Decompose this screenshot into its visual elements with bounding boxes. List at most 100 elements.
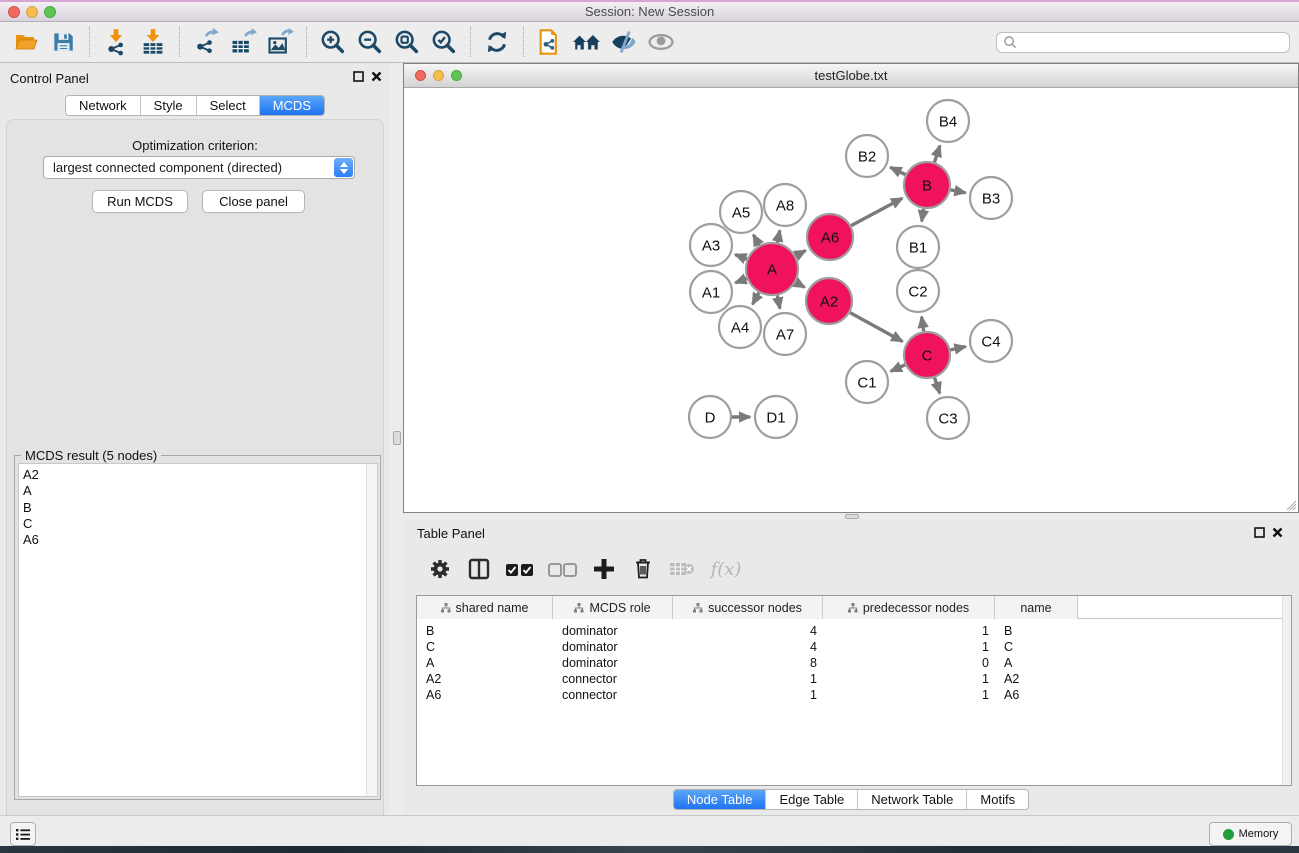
graph-node-A6[interactable]: A6 <box>807 214 853 260</box>
graph-edge-B-B4[interactable] <box>934 146 939 162</box>
window-resize-grip[interactable] <box>1283 497 1296 510</box>
show-graphics-details-icon[interactable] <box>644 27 678 58</box>
table-cell[interactable]: 4 <box>673 623 823 639</box>
float-table-panel-icon[interactable] <box>1254 527 1265 538</box>
close-window-button[interactable] <box>8 6 20 18</box>
tab-network-table[interactable]: Network Table <box>857 790 966 809</box>
export-table-icon[interactable] <box>226 27 260 58</box>
graph-edge-A-A4[interactable] <box>753 293 759 305</box>
hide-graphics-details-icon[interactable] <box>607 27 641 58</box>
mcds-result-item[interactable]: C <box>19 516 377 532</box>
graph-edge-A-A2[interactable] <box>796 282 805 287</box>
float-panel-icon[interactable] <box>353 71 364 82</box>
graph-edge-C-C2[interactable] <box>922 317 924 331</box>
close-panel-icon[interactable] <box>371 71 382 82</box>
deselect-all-checkboxes-icon[interactable] <box>546 554 580 584</box>
table-cell[interactable]: C <box>995 639 1078 655</box>
tab-network[interactable]: Network <box>66 96 140 115</box>
close-table-panel-icon[interactable] <box>1272 527 1283 538</box>
table-cell[interactable]: 1 <box>823 671 995 687</box>
table-cell[interactable]: A6 <box>417 687 553 703</box>
graph-edge-C-C3[interactable] <box>935 378 940 394</box>
graph-edge-A2-C[interactable] <box>850 313 902 342</box>
network-canvas[interactable]: B4B2BB3A5A8A6A3B1AA1C2A2A4A7C4CC1C3DD1 <box>404 88 1298 512</box>
table-cell[interactable]: A <box>995 655 1078 671</box>
network-zoom-button[interactable] <box>451 70 462 81</box>
table-cell[interactable]: 0 <box>823 655 995 671</box>
graph-node-A4[interactable]: A4 <box>719 306 761 348</box>
table-row[interactable]: A2connector11A2 <box>417 671 1291 687</box>
zoom-window-button[interactable] <box>44 6 56 18</box>
clone-network-icon[interactable] <box>533 27 567 58</box>
table-cell[interactable]: dominator <box>553 655 673 671</box>
home-icon[interactable] <box>570 27 604 58</box>
export-network-icon[interactable] <box>189 27 223 58</box>
table-cell[interactable]: B <box>995 623 1078 639</box>
memory-button[interactable]: Memory <box>1209 822 1292 846</box>
mcds-result-item[interactable]: A <box>19 483 377 499</box>
tab-edge-table[interactable]: Edge Table <box>765 790 857 809</box>
search-input[interactable] <box>996 32 1290 53</box>
table-row[interactable]: Bdominator41B <box>417 623 1291 639</box>
optimization-criterion-select[interactable]: largest connected component (directed) <box>43 156 355 179</box>
graph-node-A5[interactable]: A5 <box>720 191 762 233</box>
column-header-predecessor-nodes[interactable]: predecessor nodes <box>823 596 995 619</box>
graph-node-C[interactable]: C <box>904 332 950 378</box>
table-cell[interactable]: dominator <box>553 639 673 655</box>
mcds-result-item[interactable]: A2 <box>19 467 377 483</box>
table-cell[interactable]: C <box>417 639 553 655</box>
graph-edge-C-C4[interactable] <box>950 347 965 350</box>
tab-select[interactable]: Select <box>196 96 259 115</box>
table-cell[interactable]: connector <box>553 687 673 703</box>
graph-edge-B-B1[interactable] <box>922 209 924 222</box>
graph-node-C1[interactable]: C1 <box>846 361 888 403</box>
graph-node-B3[interactable]: B3 <box>970 177 1012 219</box>
column-header-successor-nodes[interactable]: successor nodes <box>673 596 823 619</box>
refresh-layout-icon[interactable] <box>480 27 514 58</box>
graph-node-A8[interactable]: A8 <box>764 184 806 226</box>
function-builder-fx-icon[interactable]: f(x) <box>706 554 746 584</box>
table-cell[interactable]: 1 <box>673 671 823 687</box>
graph-node-B2[interactable]: B2 <box>846 135 888 177</box>
task-history-button[interactable] <box>10 822 36 846</box>
graph-node-C3[interactable]: C3 <box>927 397 969 439</box>
table-cell[interactable]: A6 <box>995 687 1078 703</box>
table-cell[interactable]: 1 <box>823 639 995 655</box>
tab-motifs[interactable]: Motifs <box>966 790 1028 809</box>
graph-edge-A-A8[interactable] <box>777 230 779 242</box>
graph-edge-A6-B[interactable] <box>851 198 902 225</box>
graph-edge-B-B2[interactable] <box>890 167 905 174</box>
mcds-result-item[interactable]: B <box>19 500 377 516</box>
graph-node-A1[interactable]: A1 <box>690 271 732 313</box>
table-cell[interactable]: 1 <box>673 687 823 703</box>
mcds-list-scrollbar[interactable] <box>366 464 377 796</box>
column-header-shared-name[interactable]: shared name <box>417 596 553 619</box>
table-row[interactable]: Cdominator41C <box>417 639 1291 655</box>
save-session-icon[interactable] <box>46 27 80 58</box>
graph-node-B1[interactable]: B1 <box>897 226 939 268</box>
mcds-result-item[interactable]: A6 <box>19 532 377 548</box>
network-close-button[interactable] <box>415 70 426 81</box>
import-table-icon[interactable] <box>136 27 170 58</box>
zoom-out-icon[interactable] <box>353 27 387 58</box>
table-cell[interactable]: A2 <box>417 671 553 687</box>
graph-node-B[interactable]: B <box>904 162 950 208</box>
graph-node-A2[interactable]: A2 <box>806 278 852 324</box>
graph-edge-A-A5[interactable] <box>753 235 759 245</box>
graph-edge-A-A7[interactable] <box>777 295 780 308</box>
graph-node-A[interactable]: A <box>746 243 798 295</box>
delete-row-trash-icon[interactable] <box>628 554 658 584</box>
graph-node-A7[interactable]: A7 <box>764 313 806 355</box>
table-cell[interactable]: A2 <box>995 671 1078 687</box>
table-cell[interactable]: 1 <box>823 687 995 703</box>
table-columns-icon[interactable] <box>464 554 494 584</box>
zoom-fit-icon[interactable] <box>390 27 424 58</box>
zoom-selected-icon[interactable] <box>427 27 461 58</box>
graph-edge-A-A1[interactable] <box>735 279 746 283</box>
table-cell[interactable]: 8 <box>673 655 823 671</box>
table-cell[interactable]: 1 <box>823 623 995 639</box>
minimize-window-button[interactable] <box>26 6 38 18</box>
table-cell[interactable]: connector <box>553 671 673 687</box>
tab-mcds[interactable]: MCDS <box>259 96 324 115</box>
tab-node-table[interactable]: Node Table <box>674 790 766 809</box>
